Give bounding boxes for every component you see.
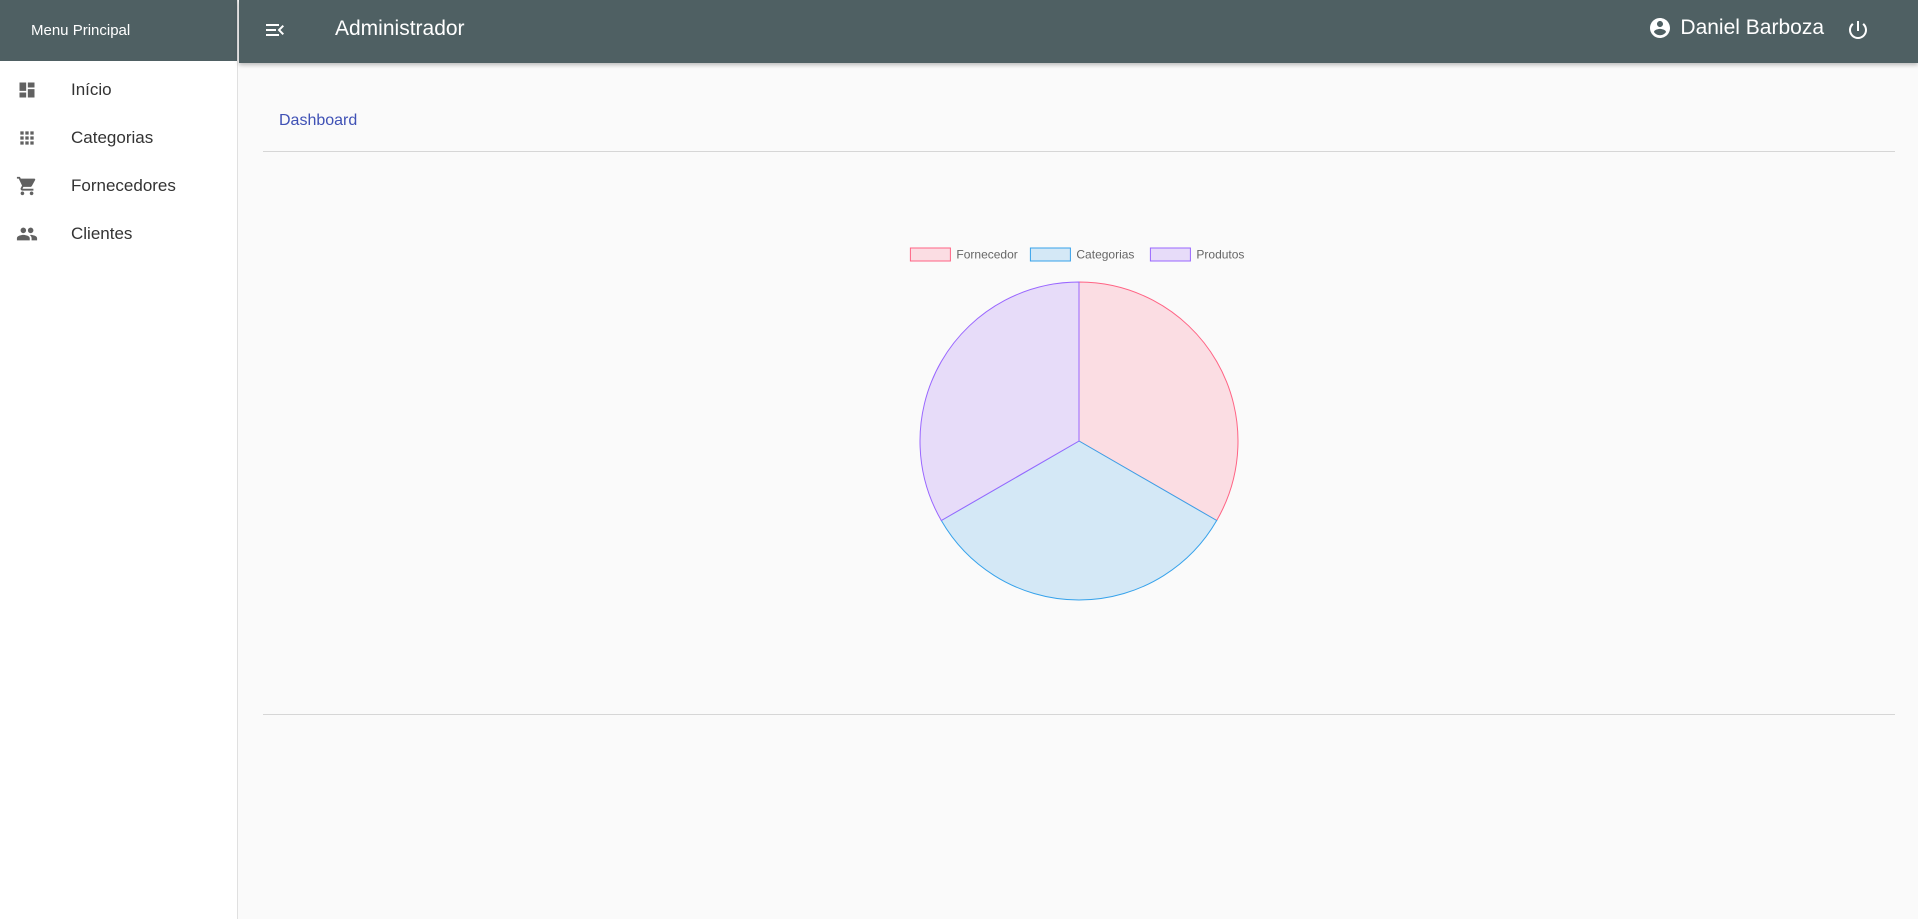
menu-open-icon[interactable]: [263, 18, 287, 42]
legend-label: Fornecedor: [956, 248, 1017, 262]
sidebar-item-fornecedores[interactable]: Fornecedores: [0, 162, 237, 210]
apps-grid-icon: [16, 127, 38, 149]
legend-swatch: [1149, 247, 1191, 262]
breadcrumb-bar: Dashboard: [263, 63, 1895, 152]
people-icon: [16, 223, 38, 245]
user-menu[interactable]: Daniel Barboza: [1648, 16, 1824, 40]
sidebar-item-categorias[interactable]: Categorias: [0, 114, 237, 162]
sidebar-item-clientes[interactable]: Clientes: [0, 210, 237, 258]
sidebar-nav: Início Categorias Fornecedores Clientes: [0, 61, 237, 258]
top-toolbar: Administrador Daniel Barboza: [239, 0, 1918, 63]
legend-label: Categorias: [1076, 248, 1134, 262]
legend-item-categorias[interactable]: Categorias: [1029, 247, 1134, 262]
sidebar-item-label: Clientes: [71, 224, 133, 243]
breadcrumb[interactable]: Dashboard: [279, 112, 357, 130]
legend-swatch: [1029, 247, 1071, 262]
account-circle-icon: [1648, 16, 1672, 40]
legend-label: Produtos: [1196, 248, 1244, 262]
dashboard-icon: [16, 79, 38, 101]
sidebar-item-label: Categorias: [71, 128, 154, 147]
sidebar: Menu Principal Início Categorias Fornece…: [0, 0, 238, 919]
sidebar-title: Menu Principal: [0, 0, 237, 61]
legend-swatch: [909, 247, 951, 262]
legend-item-produtos[interactable]: Produtos: [1149, 247, 1244, 262]
sidebar-item-inicio[interactable]: Início: [0, 66, 237, 114]
user-name: Daniel Barboza: [1680, 16, 1824, 39]
app-title: Administrador: [335, 17, 465, 40]
chart-container: Fornecedor Categorias Produtos: [263, 152, 1895, 715]
sidebar-item-label: Início: [71, 80, 112, 99]
legend-item-fornecedor[interactable]: Fornecedor: [909, 247, 1018, 262]
pie-chart: Fornecedor Categorias Produtos: [909, 247, 1244, 601]
shopping-cart-icon: [16, 175, 38, 197]
power-icon[interactable]: [1846, 18, 1870, 42]
sidebar-item-label: Fornecedores: [71, 176, 176, 195]
main-content: Dashboard Fornecedor Categorias Produtos: [263, 63, 1895, 715]
